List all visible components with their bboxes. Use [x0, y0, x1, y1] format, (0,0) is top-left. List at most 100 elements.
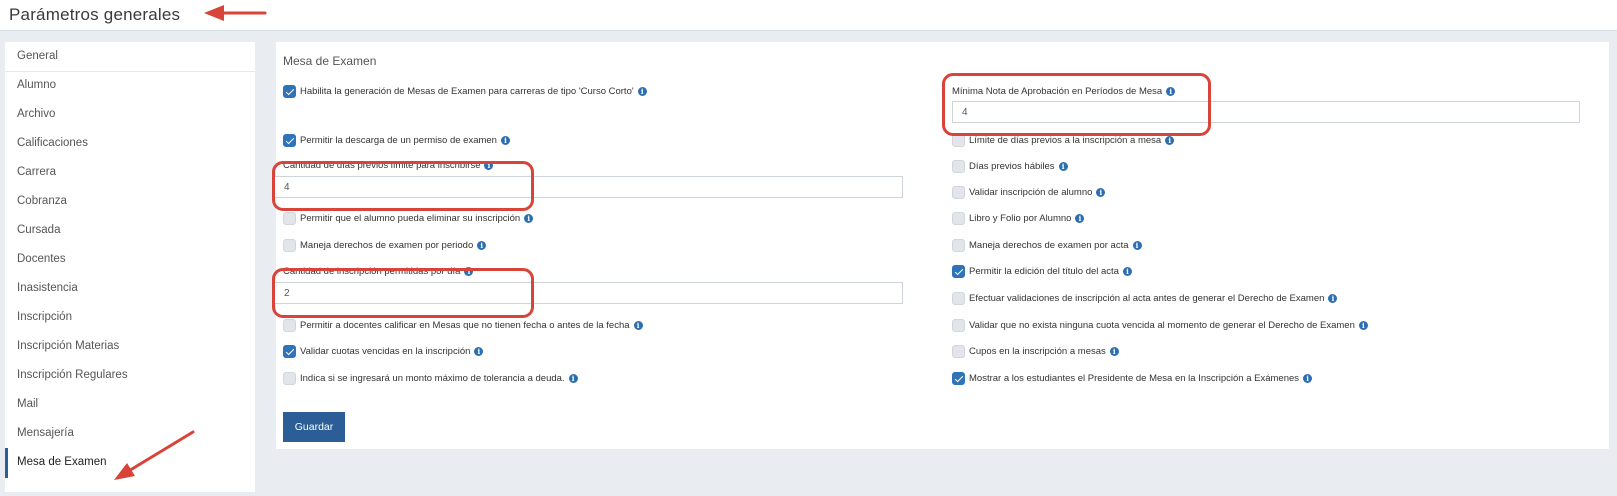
setting-label: Maneja derechos de examen por periodo [300, 240, 474, 251]
setting-label: Permitir a docentes calificar en Mesas q… [300, 320, 630, 331]
setting-label: Habilita la generación de Mesas de Exame… [300, 86, 634, 97]
checkbox-unchecked[interactable] [952, 134, 965, 147]
info-icon[interactable]: i [637, 87, 647, 96]
sidebar-item-mail[interactable]: Mail [5, 390, 255, 420]
info-icon[interactable]: i [1358, 321, 1368, 330]
checkbox-checked[interactable] [283, 134, 296, 147]
setting-edicion-titulo-acta[interactable]: Permitir la edición del título del acta … [952, 265, 1132, 278]
checkbox-unchecked[interactable] [952, 319, 965, 332]
inscripciones-por-dia-input[interactable] [274, 282, 903, 304]
top-bar: Parámetros generales [0, 0, 1617, 31]
setting-label: Cupos en la inscripción a mesas [969, 346, 1106, 357]
section-title: Mesa de Examen [283, 54, 377, 68]
info-icon[interactable]: i [474, 347, 484, 356]
setting-label: Permitir la descarga de un permiso de ex… [300, 135, 497, 146]
info-icon[interactable]: i [1166, 87, 1176, 96]
sidebar-nav: General Alumno Archivo Calificaciones Ca… [5, 42, 255, 492]
setting-mostrar-presidente-mesa[interactable]: Mostrar a los estudiantes el Presidente … [952, 372, 1313, 385]
info-icon[interactable]: i [464, 267, 474, 276]
checkbox-checked[interactable] [952, 372, 965, 385]
sidebar-item-inscripcion-materias[interactable]: Inscripción Materias [5, 332, 255, 362]
info-icon[interactable]: i [1165, 136, 1175, 145]
page-title: Parámetros generales [9, 5, 181, 24]
field-label-dias-previos-limite: Cantidad de días previos límite para ins… [283, 160, 494, 171]
field-label-text: Mínima Nota de Aprobación en Períodos de… [952, 86, 1163, 97]
info-icon[interactable]: i [1303, 374, 1313, 383]
setting-label: Validar que no exista ninguna cuota venc… [969, 320, 1355, 331]
setting-label: Validar cuotas vencidas en la inscripció… [300, 346, 471, 357]
checkbox-unchecked[interactable] [283, 239, 296, 252]
setting-derechos-por-periodo[interactable]: Maneja derechos de examen por periodo i [283, 239, 487, 252]
info-icon[interactable]: i [1122, 267, 1132, 276]
info-icon[interactable]: i [1132, 241, 1142, 250]
info-icon[interactable]: i [477, 241, 487, 250]
sidebar-item-docentes[interactable]: Docentes [5, 245, 255, 275]
setting-docentes-calificar-sin-fecha[interactable]: Permitir a docentes calificar en Mesas q… [283, 319, 643, 332]
setting-validaciones-antes-derecho[interactable]: Efectuar validaciones de inscripción al … [952, 292, 1338, 305]
checkbox-unchecked[interactable] [952, 292, 965, 305]
checkbox-unchecked[interactable] [952, 239, 965, 252]
field-label-text: Cantidad de días previos límite para ins… [283, 160, 481, 171]
setting-label: Maneja derechos de examen por acta [969, 240, 1129, 251]
setting-label: Indica si se ingresará un monto máximo d… [300, 373, 565, 384]
info-icon[interactable]: i [633, 321, 643, 330]
checkbox-unchecked[interactable] [952, 186, 965, 199]
checkbox-unchecked[interactable] [952, 212, 965, 225]
setting-label: Libro y Folio por Alumno [969, 213, 1072, 224]
setting-label: Validar inscripción de alumno [969, 187, 1093, 198]
setting-validar-sin-cuota-vencida[interactable]: Validar que no exista ninguna cuota venc… [952, 319, 1368, 332]
field-label-minima-nota: Mínima Nota de Aprobación en Períodos de… [952, 86, 1176, 97]
checkbox-unchecked[interactable] [952, 160, 965, 173]
save-button[interactable]: Guardar [283, 412, 345, 442]
info-icon[interactable]: i [1328, 294, 1338, 303]
setting-alumno-eliminar-inscripcion[interactable]: Permitir que el alumno pueda eliminar su… [283, 212, 534, 225]
info-icon[interactable]: i [1096, 188, 1106, 197]
checkbox-checked[interactable] [283, 85, 296, 98]
sidebar-item-cursada[interactable]: Cursada [5, 216, 255, 246]
field-label-text: Cantidad de inscripción permitidas por d… [283, 266, 461, 277]
checkbox-checked[interactable] [952, 265, 965, 278]
settings-panel: Mesa de Examen Habilita la generación de… [274, 42, 1609, 449]
sidebar-item-calificaciones[interactable]: Calificaciones [5, 129, 255, 159]
checkbox-unchecked[interactable] [283, 212, 296, 225]
setting-monto-maximo-tolerancia[interactable]: Indica si se ingresará un monto máximo d… [283, 372, 578, 385]
sidebar-item-cobranza[interactable]: Cobranza [5, 187, 255, 217]
sidebar-item-mesa-de-examen[interactable]: Mesa de Examen [5, 448, 255, 478]
sidebar-item-general[interactable]: General [5, 42, 255, 72]
sidebar-item-carrera[interactable]: Carrera [5, 158, 255, 188]
sidebar-item-alumno[interactable]: Alumno [5, 71, 255, 101]
info-icon[interactable]: i [1109, 347, 1119, 356]
sidebar-item-mensajeria[interactable]: Mensajería [5, 419, 255, 449]
setting-label: Límite de días previos a la inscripción … [969, 135, 1162, 146]
setting-label: Permitir la edición del título del acta [969, 266, 1119, 277]
sidebar-item-archivo[interactable]: Archivo [5, 100, 255, 130]
info-icon[interactable]: i [500, 136, 510, 145]
info-icon[interactable]: i [568, 374, 578, 383]
checkbox-checked[interactable] [283, 345, 296, 358]
setting-dias-previos-habiles[interactable]: Días previos hábiles i [952, 160, 1068, 173]
info-icon[interactable]: i [1058, 162, 1068, 171]
sidebar-item-inscripcion-regulares[interactable]: Inscripción Regulares [5, 361, 255, 391]
checkbox-unchecked[interactable] [952, 345, 965, 358]
sidebar-item-inasistencia[interactable]: Inasistencia [5, 274, 255, 304]
setting-label: Mostrar a los estudiantes el Presidente … [969, 373, 1300, 384]
checkbox-unchecked[interactable] [283, 372, 296, 385]
setting-limite-dias-previos[interactable]: Límite de días previos a la inscripción … [952, 134, 1175, 147]
field-label-inscripciones-por-dia: Cantidad de inscripción permitidas por d… [283, 266, 474, 277]
info-icon[interactable]: i [484, 161, 494, 170]
setting-validar-cuotas-vencidas[interactable]: Validar cuotas vencidas en la inscripció… [283, 345, 484, 358]
setting-derechos-por-acta[interactable]: Maneja derechos de examen por acta i [952, 239, 1142, 252]
setting-permitir-descarga-permiso[interactable]: Permitir la descarga de un permiso de ex… [283, 134, 510, 147]
setting-cupos-inscripcion-mesas[interactable]: Cupos en la inscripción a mesas i [952, 345, 1119, 358]
setting-label: Efectuar validaciones de inscripción al … [969, 293, 1325, 304]
sidebar-item-inscripcion[interactable]: Inscripción [5, 303, 255, 333]
setting-validar-inscripcion-alumno[interactable]: Validar inscripción de alumno i [952, 186, 1106, 199]
setting-label: Días previos hábiles [969, 161, 1055, 172]
setting-libro-folio-por-alumno[interactable]: Libro y Folio por Alumno i [952, 212, 1085, 225]
setting-habilita-curso-corto[interactable]: Habilita la generación de Mesas de Exame… [283, 85, 647, 98]
minima-nota-input[interactable] [952, 101, 1580, 123]
info-icon[interactable]: i [524, 214, 534, 223]
checkbox-unchecked[interactable] [283, 319, 296, 332]
info-icon[interactable]: i [1075, 214, 1085, 223]
dias-previos-limite-input[interactable] [274, 176, 903, 198]
